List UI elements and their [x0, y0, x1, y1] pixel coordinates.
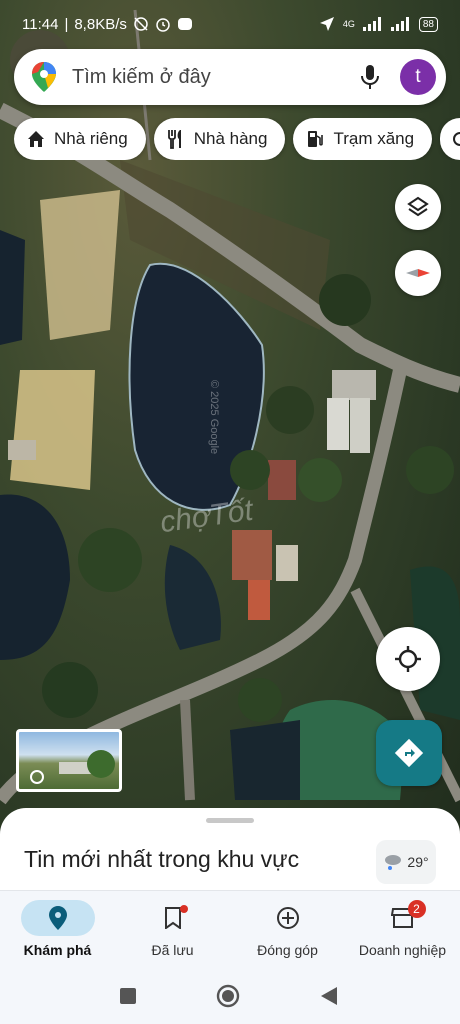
- search-bar[interactable]: Tìm kiếm ở đây t: [14, 49, 446, 105]
- nav-contribute-pill: [251, 900, 325, 936]
- search-input[interactable]: Tìm kiếm ở đây: [72, 66, 352, 89]
- mic-button[interactable]: [352, 59, 388, 95]
- battery-icon: 88: [418, 16, 438, 32]
- back-button[interactable]: [320, 986, 338, 1011]
- nav-explore-pill: [20, 900, 95, 936]
- notification-dot: [179, 905, 188, 913]
- layers-button[interactable]: [395, 184, 441, 230]
- nav-business[interactable]: 2 Doanh nghiệp: [345, 891, 460, 971]
- directions-icon: [394, 738, 424, 768]
- signal-icon-2: [390, 17, 409, 31]
- status-bar: 11:44 | 8,8KB/s 4G 88: [0, 0, 460, 48]
- weather-temp: 29°: [407, 854, 429, 870]
- bottom-nav: Khám phá Đã lưu Đóng góp 2 Doanh nghiệp: [0, 890, 460, 970]
- avatar[interactable]: t: [400, 59, 436, 95]
- status-time: 11:44: [22, 15, 59, 33]
- home-icon: [28, 131, 44, 147]
- back-triangle-icon: [321, 987, 337, 1005]
- nav-business-pill: 2: [366, 900, 440, 936]
- google-credit: © 2025 Google: [208, 380, 220, 455]
- nav-label: Khám phá: [23, 942, 92, 958]
- recents-button[interactable]: [119, 987, 137, 1010]
- chip-home[interactable]: Nhà riêng: [14, 118, 146, 160]
- more-icon: [453, 132, 460, 146]
- nav-saved-pill: [136, 900, 210, 936]
- compass-icon: [406, 269, 430, 277]
- restaurant-icon: [167, 130, 181, 149]
- system-nav-bar: [0, 970, 460, 1024]
- sheet-handle[interactable]: [206, 818, 254, 823]
- signal-icon: [362, 17, 381, 31]
- chip-label: Nhà riêng: [54, 129, 128, 148]
- chip-label: Trạm xăng: [333, 129, 415, 148]
- mute-alarm-icon: [134, 17, 148, 31]
- home-button[interactable]: [216, 984, 240, 1013]
- chip-gas-station[interactable]: Trạm xăng: [293, 118, 433, 160]
- alarm-icon: [156, 18, 170, 32]
- weather-chip[interactable]: 29°: [376, 840, 436, 884]
- category-chips: Nhà riêng Nhà hàng Trạm xăng: [14, 118, 460, 160]
- chip-more[interactable]: [440, 118, 460, 160]
- network-label: 4G: [342, 19, 355, 29]
- add-circle-icon: [276, 907, 299, 929]
- rain-cloud-icon: [385, 855, 402, 870]
- status-speed: 8,8KB/s: [74, 15, 127, 33]
- status-divider: |: [64, 15, 69, 33]
- square-icon: [120, 988, 136, 1004]
- location-arrow-icon: [319, 17, 334, 31]
- my-location-button[interactable]: [376, 627, 440, 691]
- mic-icon: [361, 65, 379, 89]
- nav-contribute[interactable]: Đóng góp: [230, 891, 345, 971]
- compass-button[interactable]: [395, 250, 441, 296]
- notification-count: 2: [407, 900, 426, 918]
- street-view-thumbnail[interactable]: [16, 729, 122, 792]
- zalo-icon: [177, 18, 192, 30]
- layers-icon: [407, 196, 429, 217]
- directions-button[interactable]: [376, 720, 442, 786]
- nav-label: Doanh nghiệp: [358, 942, 447, 958]
- chip-restaurant[interactable]: Nhà hàng: [153, 118, 286, 160]
- bookmark-icon: [164, 907, 181, 929]
- nav-label: Đã lưu: [151, 942, 194, 958]
- gas-station-icon: [308, 131, 324, 147]
- my-location-icon: [395, 646, 421, 672]
- sheet-title: Tin mới nhất trong khu vực: [24, 846, 300, 872]
- google-maps-pin-icon: [32, 62, 56, 92]
- location-pin-icon: [48, 906, 67, 930]
- nav-explore[interactable]: Khám phá: [0, 891, 115, 971]
- chip-label: Nhà hàng: [193, 129, 268, 148]
- home-circle-icon: [216, 984, 240, 1008]
- bottom-sheet[interactable]: Tin mới nhất trong khu vực 29°: [0, 808, 460, 898]
- nav-label: Đóng góp: [257, 942, 318, 958]
- nav-saved[interactable]: Đã lưu: [115, 891, 230, 971]
